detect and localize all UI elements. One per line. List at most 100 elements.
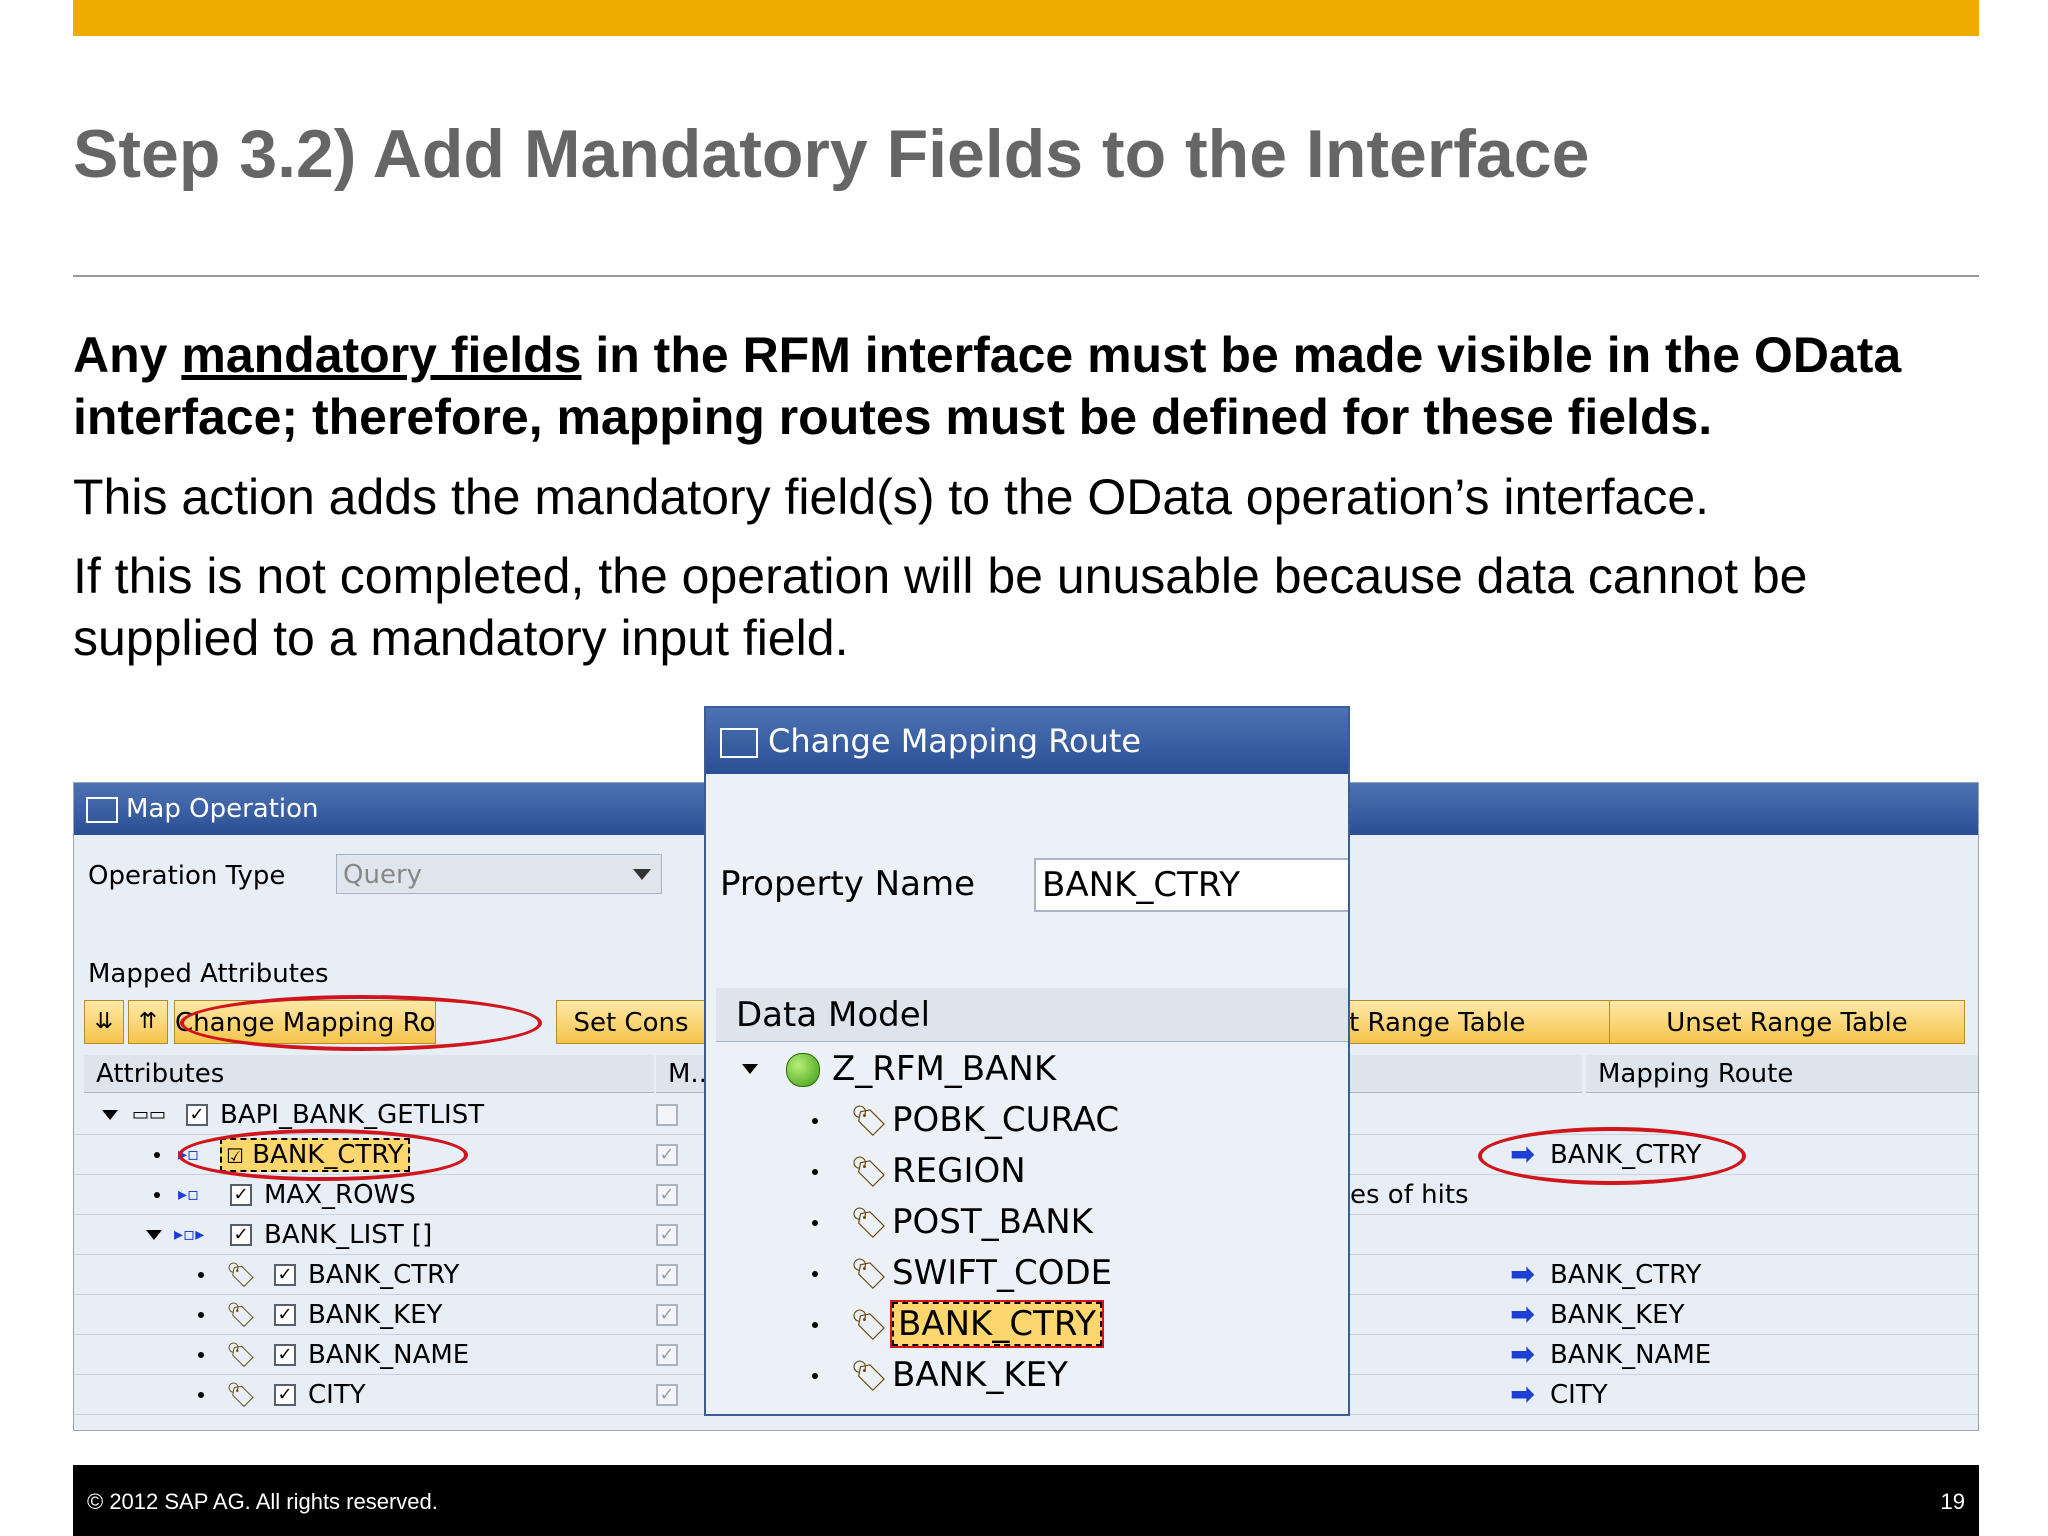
checkbox[interactable]: ✓ — [186, 1104, 208, 1126]
footer: © 2012 SAP AG. All rights reserved. 19 — [73, 1465, 1979, 1536]
arrow-right-icon: ➡ — [1510, 1377, 1536, 1412]
root-name: Z_RFM_BANK — [832, 1049, 1057, 1089]
attribute-name: BANK_NAME — [308, 1340, 470, 1370]
operation-type-label: Operation Type — [88, 861, 286, 891]
property-name-input[interactable]: BANK_CTRY — [1034, 858, 1348, 912]
tag-icon: 🏷 — [226, 1301, 257, 1329]
property-item: POST_BANK — [892, 1202, 1093, 1242]
attribute-name: CITY — [308, 1380, 366, 1410]
tree-item[interactable]: 🏷 BANK_KEY — [716, 1350, 1348, 1401]
expand-triangle-icon[interactable] — [742, 1064, 758, 1074]
window-icon — [720, 728, 758, 758]
change-mapping-route-dialog: Change Mapping Route Property Name BANK_… — [704, 706, 1350, 1416]
checkbox[interactable]: ✓ — [274, 1264, 296, 1286]
bullet — [812, 1271, 818, 1277]
dialog-header: Change Mapping Route — [706, 708, 1348, 774]
unset-range-table-button[interactable]: Unset Range Table — [1609, 1000, 1965, 1044]
tag-icon: 🏷 — [850, 1206, 889, 1241]
property-item: REGION — [892, 1151, 1026, 1191]
dialog-title: Change Mapping Route — [768, 722, 1142, 760]
tag-icon: 🏷 — [226, 1381, 257, 1409]
mapped-attributes-label: Mapped Attributes — [88, 959, 329, 989]
tag-icon: 🏷 — [226, 1261, 257, 1289]
tag-icon: 🏷 — [850, 1155, 889, 1190]
collapse-all-icon[interactable]: ⇈ — [128, 1000, 168, 1044]
bullet — [812, 1220, 818, 1226]
paragraph-3: If this is not completed, the operation … — [73, 548, 1808, 666]
mandatory-checkbox: ✓ — [656, 1344, 678, 1366]
mandatory-checkbox — [656, 1104, 678, 1126]
attribute-name: MAX_ROWS — [264, 1180, 416, 1210]
tree-item-selected[interactable]: 🏷 BANK_CTRY — [716, 1299, 1348, 1350]
table-param-icon: ▸▫▸ — [174, 1224, 205, 1245]
mapping-route-value: CITY — [1550, 1380, 1608, 1410]
page-number: 19 — [1940, 1489, 1965, 1514]
copyright: © 2012 SAP AG. All rights reserved. — [87, 1489, 438, 1514]
title-divider — [73, 275, 1979, 277]
attribute-name: BANK_LIST [] — [264, 1220, 433, 1250]
tag-icon: 🏷 — [850, 1359, 889, 1394]
blank-column-header — [1342, 1055, 1582, 1093]
bullet — [812, 1322, 818, 1328]
annotation-oval — [180, 995, 542, 1051]
mapping-route-value: BANK_KEY — [1550, 1300, 1685, 1330]
mapping-route-value: BANK_CTRY — [1550, 1260, 1702, 1290]
tree-item[interactable]: 🏷 POBK_CURAC — [716, 1095, 1348, 1146]
checkbox[interactable]: ✓ — [274, 1344, 296, 1366]
import-param-icon: ▸▫ — [178, 1184, 200, 1205]
set-constant-button[interactable]: Set Cons — [556, 1000, 706, 1044]
attribute-name: BANK_CTRY — [308, 1260, 460, 1290]
attribute-name: BANK_KEY — [308, 1300, 443, 1330]
checkbox[interactable]: ✓ — [274, 1304, 296, 1326]
operation-type-value: Query — [343, 860, 423, 890]
checkbox[interactable]: ✓ — [230, 1184, 252, 1206]
expand-triangle-icon[interactable] — [146, 1230, 162, 1240]
operation-type-select[interactable]: Query — [336, 854, 662, 894]
tree-item[interactable]: 🏷 POST_BANK — [716, 1197, 1348, 1248]
checkbox[interactable]: ✓ — [274, 1384, 296, 1406]
expand-triangle-icon[interactable] — [102, 1110, 118, 1120]
bold-prefix: Any — [73, 327, 182, 383]
bullet — [812, 1373, 818, 1379]
annotation-oval — [178, 1129, 468, 1181]
mandatory-checkbox: ✓ — [656, 1264, 678, 1286]
bullet — [812, 1169, 818, 1175]
property-item: SWIFT_CODE — [892, 1253, 1113, 1293]
accent-bar — [73, 0, 1979, 36]
bullet — [812, 1118, 818, 1124]
bullet — [198, 1272, 204, 1278]
checkbox[interactable]: ✓ — [230, 1224, 252, 1246]
tag-icon: 🏷 — [850, 1104, 889, 1139]
property-item: POBK_CURAC — [892, 1100, 1120, 1140]
annotation-oval — [1478, 1127, 1746, 1185]
tree-item[interactable]: 🏷 REGION — [716, 1146, 1348, 1197]
expand-all-icon[interactable]: ⇊ — [84, 1000, 124, 1044]
mandatory-checkbox: ✓ — [656, 1144, 678, 1166]
bullet — [198, 1352, 204, 1358]
window-icon — [86, 796, 118, 823]
tag-icon: 🏷 — [850, 1308, 889, 1343]
bullet — [198, 1312, 204, 1318]
mandatory-checkbox: ✓ — [656, 1184, 678, 1206]
tree-item[interactable]: 🏷 SWIFT_CODE — [716, 1248, 1348, 1299]
mandatory-fields-link: mandatory fields — [181, 327, 582, 383]
property-name-label: Property Name — [720, 864, 975, 904]
tree-root[interactable]: Z_RFM_BANK — [716, 1044, 1348, 1095]
bold-statement: Any mandatory fields in the RFM interfac… — [73, 324, 1993, 448]
mandatory-checkbox: ✓ — [656, 1224, 678, 1246]
structure-icon: ▭▭ — [132, 1104, 167, 1125]
mapping-route-column-header: Mapping Route — [1586, 1055, 1978, 1093]
data-model-header: Data Model — [716, 988, 1348, 1042]
bullet — [154, 1152, 160, 1158]
mandatory-checkbox: ✓ — [656, 1384, 678, 1406]
partial-description: es of hits — [1350, 1180, 1469, 1210]
property-item-selected: BANK_CTRY — [889, 1299, 1105, 1350]
property-item: BANK_KEY — [892, 1355, 1068, 1395]
chevron-down-icon — [633, 869, 651, 880]
paragraph-2: This action adds the mandatory field(s) … — [73, 469, 1710, 525]
bullet — [154, 1192, 160, 1198]
arrow-right-icon: ➡ — [1510, 1337, 1536, 1372]
tag-icon: 🏷 — [226, 1341, 257, 1369]
status-green-icon — [786, 1053, 820, 1087]
map-operation-title: Map Operation — [126, 794, 319, 824]
